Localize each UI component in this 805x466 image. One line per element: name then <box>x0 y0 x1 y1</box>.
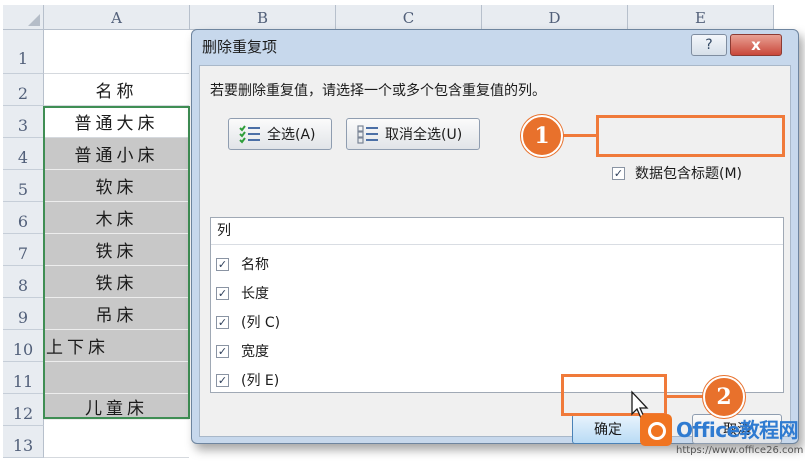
column-header-e[interactable]: E <box>628 5 774 30</box>
watermark-name: Office教程网 <box>676 418 799 442</box>
cell-a2[interactable]: 名称 <box>44 74 189 106</box>
cell-a6[interactable]: 木床 <box>44 202 189 234</box>
cell-a13[interactable] <box>44 426 189 458</box>
watermark: Office教程网 https://www.office26.com <box>640 412 805 462</box>
columns-list-header: 列 <box>211 218 783 245</box>
row-header-7[interactable]: 7 <box>3 234 44 266</box>
column-item-4-label: 宽度 <box>241 344 269 360</box>
row-header-4[interactable]: 4 <box>3 138 44 170</box>
select-all-corner[interactable] <box>3 5 44 30</box>
column-item-1-label: 名称 <box>241 257 269 273</box>
unselect-all-button[interactable]: 取消全选(U) <box>346 118 480 150</box>
screenshot-frame: A B C D E 1 2 3 4 5 6 7 8 9 10 11 12 13 … <box>0 0 805 462</box>
column-item-2-check-icon: ✓ <box>216 286 229 300</box>
column-header-c[interactable]: C <box>336 5 482 30</box>
row-header-2[interactable]: 2 <box>3 74 44 106</box>
row-header-5[interactable]: 5 <box>3 170 44 202</box>
column-item-3[interactable]: ✓ (列 C) <box>216 312 280 332</box>
column-header-a[interactable]: A <box>44 5 190 30</box>
unselect-all-icon <box>357 124 379 144</box>
column-item-3-label: (列 C) <box>241 315 281 331</box>
watermark-url: https://www.office26.com <box>676 445 804 456</box>
callout-1-badge: 1 <box>521 115 563 157</box>
cell-a5[interactable]: 软床 <box>44 170 189 202</box>
row-header-12[interactable]: 12 <box>3 394 44 426</box>
row-header-1[interactable]: 1 <box>3 30 44 74</box>
close-button[interactable]: x <box>730 34 782 56</box>
column-item-5-check-icon: ✓ <box>216 373 229 387</box>
cell-a8[interactable]: 铁床 <box>44 266 189 298</box>
column-item-4[interactable]: ✓ 宽度 <box>216 341 269 361</box>
column-item-2[interactable]: ✓ 长度 <box>216 283 269 303</box>
column-item-5-label: (列 E) <box>241 373 280 389</box>
has-headers-label: 数据包含标题(M) <box>635 166 743 182</box>
office-logo-icon <box>640 414 672 446</box>
select-all-button[interactable]: 全选(A) <box>228 118 332 150</box>
column-item-1-check-icon: ✓ <box>216 257 229 271</box>
row-header-9[interactable]: 9 <box>3 298 44 330</box>
columns-listbox[interactable]: 列 ✓ 名称 ✓ 长度 ✓ (列 C) ✓ 宽度 ✓ (列 E) <box>210 217 784 393</box>
header-checkbox-highlight <box>596 115 785 157</box>
select-all-icon <box>239 124 261 144</box>
column-item-4-check-icon: ✓ <box>216 344 229 358</box>
cell-a12[interactable]: 儿童床 <box>44 394 189 420</box>
unselect-all-label: 取消全选(U) <box>385 127 463 143</box>
cell-a1[interactable] <box>44 30 189 74</box>
cell-a10[interactable]: 上下床 <box>44 330 189 362</box>
column-item-2-label: 长度 <box>241 286 269 302</box>
row-header-3[interactable]: 3 <box>3 106 44 138</box>
column-header-b[interactable]: B <box>190 5 336 30</box>
help-button[interactable]: ? <box>691 34 727 56</box>
row-header-6[interactable]: 6 <box>3 202 44 234</box>
callout-2-connector <box>665 395 705 398</box>
cell-a11[interactable] <box>44 362 189 394</box>
dialog-instruction: 若要删除重复值，请选择一个或多个包含重复值的列。 <box>210 83 546 99</box>
cell-a7[interactable]: 铁床 <box>44 234 189 266</box>
column-item-1[interactable]: ✓ 名称 <box>216 254 269 274</box>
column-item-3-check-icon: ✓ <box>216 315 229 329</box>
row-header-8[interactable]: 8 <box>3 266 44 298</box>
ok-button-highlight <box>561 374 667 416</box>
select-all-label: 全选(A) <box>267 127 316 143</box>
dialog-title: 删除重复项 <box>202 38 278 56</box>
row-header-11[interactable]: 11 <box>3 362 44 394</box>
column-header-d[interactable]: D <box>482 5 628 30</box>
has-headers-check-icon: ✓ <box>612 166 625 180</box>
cell-a9[interactable]: 吊床 <box>44 298 189 330</box>
callout-1-connector <box>558 134 598 137</box>
cell-a3[interactable]: 普通大床 <box>44 106 189 138</box>
has-headers-checkbox[interactable]: ✓ 数据包含标题(M) <box>612 163 742 183</box>
cell-a4[interactable]: 普通小床 <box>44 138 189 170</box>
row-header-10[interactable]: 10 <box>3 330 44 362</box>
row-header-13[interactable]: 13 <box>3 426 44 458</box>
column-item-5[interactable]: ✓ (列 E) <box>216 370 279 390</box>
